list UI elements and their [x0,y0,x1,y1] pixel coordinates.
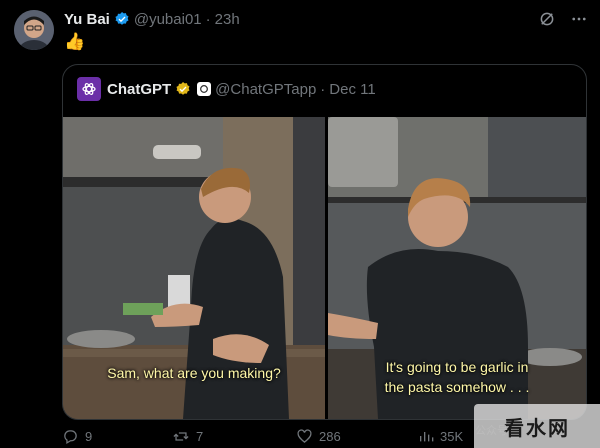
author-name[interactable]: Yu Bai [64,11,110,28]
separator: · [320,80,326,98]
separator: · [205,10,211,28]
quoted-author-name[interactable]: ChatGPT [107,81,171,98]
quoted-post[interactable]: ChatGPT @ChatGPTapp · Dec 11 Sam, what a… [62,64,587,420]
like-count: 286 [319,428,341,444]
views-count: 35K [440,428,464,444]
views-icon [420,432,434,442]
avatar[interactable] [14,10,54,50]
watermark-small: 公众号 [475,425,508,437]
video-caption-left: Sam, what are you making? [107,365,281,381]
video-caption-right-line1: It's going to be garlic in [385,359,529,375]
post-tools [538,10,588,28]
quoted-media[interactable]: Sam, what are you making? It's going to … [63,117,586,419]
quoted-author-handle[interactable]: @ChatGPTapp [215,81,316,98]
video-frame-right[interactable]: It's going to be garlic in the pasta som… [328,117,586,419]
more-icon[interactable] [570,10,588,28]
verified-badge-icon [115,12,129,25]
repost-count: 7 [196,428,204,444]
gold-verified-badge-icon [176,82,190,95]
affiliate-icon[interactable] [197,82,212,96]
post-header: Yu Bai @yubai01 · 23h [64,10,240,28]
post-text: 👍 [64,32,86,51]
video-caption-right: It's going to be garlic in the pasta som… [328,357,586,397]
quoted-post-date[interactable]: Dec 11 [329,81,375,98]
quoted-post-header: ChatGPT @ChatGPTapp · Dec 11 [77,77,376,101]
repost-button[interactable]: 7 [172,428,296,445]
like-icon [297,428,312,443]
reply-button[interactable]: 9 [62,428,172,445]
like-button[interactable]: 286 [296,428,418,445]
author-handle[interactable]: @yubai01 [134,11,202,28]
reply-count: 9 [85,428,93,444]
grok-icon[interactable] [538,10,556,28]
chatgpt-logo-icon[interactable] [77,77,101,101]
repost-icon [173,431,189,441]
avatar-image [14,10,54,50]
video-frame-left[interactable]: Sam, what are you making? [63,117,325,419]
video-caption-right-line2: the pasta somehow . . . [384,379,530,395]
post-time[interactable]: 23h [215,11,240,28]
reply-icon [64,429,77,444]
